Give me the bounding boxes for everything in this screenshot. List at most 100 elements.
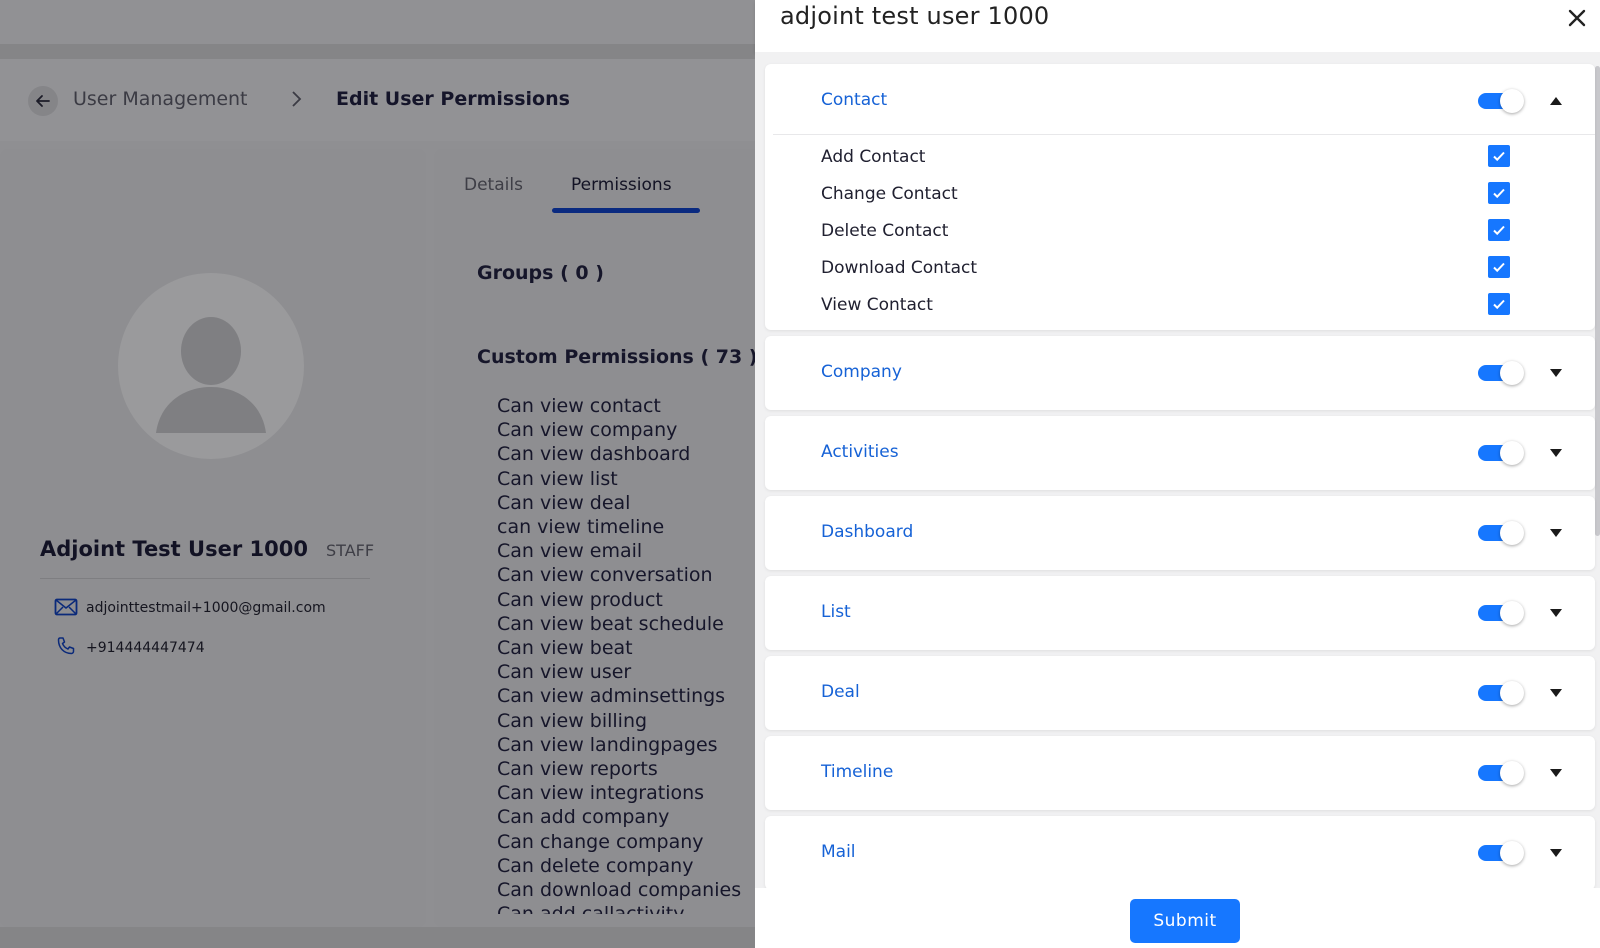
caret-down-icon[interactable] [1547, 604, 1565, 622]
toggle-knob [1500, 841, 1524, 865]
toggle-knob [1500, 521, 1524, 545]
user-phone: +914444447474 [86, 640, 205, 656]
tab-permissions[interactable]: Permissions [571, 175, 672, 195]
user-silhouette-icon [156, 317, 266, 433]
custom-permission-item: Can add callactivity [497, 902, 760, 914]
permission-section-company: Company [765, 336, 1595, 410]
permission-section-contact: Contact Add Contact Change Contact Delete C… [765, 64, 1595, 330]
close-icon [1568, 9, 1586, 27]
toggle-knob [1500, 681, 1524, 705]
close-button[interactable] [1565, 6, 1589, 30]
caret-down-icon[interactable] [1547, 844, 1565, 862]
active-tab-indicator [552, 208, 700, 213]
section-toggle-company[interactable] [1478, 361, 1524, 385]
permission-row: View Contact [821, 291, 1561, 321]
section-toggle-deal[interactable] [1478, 681, 1524, 705]
permission-label: Download Contact [821, 258, 978, 278]
custom-permission-item: Can view landingpages [497, 733, 718, 756]
section-toggle-timeline[interactable] [1478, 761, 1524, 785]
custom-permissions-title: Custom Permissions ( 73 ) [477, 346, 758, 368]
custom-permission-item: Can view beat [497, 637, 633, 660]
custom-permission-item: Can view integrations [497, 782, 705, 805]
caret-up-icon[interactable] [1547, 92, 1565, 110]
check-icon [1491, 259, 1507, 275]
section-title-activities[interactable]: Activities [821, 442, 899, 462]
section-title-mail[interactable]: Mail [821, 842, 856, 862]
divider [773, 134, 1595, 135]
section-toggle-mail[interactable] [1478, 841, 1524, 865]
section-toggle-activities[interactable] [1478, 441, 1524, 465]
back-button[interactable] [28, 86, 58, 116]
drawer-body[interactable]: Contact Add Contact Change Contact Delete C… [755, 52, 1600, 888]
permission-row: Download Contact [821, 254, 1561, 284]
toggle-knob [1500, 601, 1524, 625]
page-bottom [0, 927, 760, 948]
groups-title: Groups ( 0 ) [477, 262, 604, 284]
custom-permission-item: Can view contact [497, 395, 661, 417]
permission-label: Add Contact [821, 147, 926, 167]
phone-icon [56, 636, 76, 660]
caret-down-icon[interactable] [1547, 764, 1565, 782]
custom-permission-item: Can change company [497, 830, 704, 853]
drawer-header: adjoint test user 1000 [755, 0, 1600, 52]
permission-checkbox[interactable] [1488, 293, 1510, 315]
custom-permission-item: can view timeline [497, 516, 665, 539]
submit-button[interactable]: Submit [1130, 899, 1240, 943]
permission-section-timeline: Timeline [765, 736, 1595, 810]
custom-permission-item: Can view adminsettings [497, 685, 726, 708]
custom-permission-item: Can view billing [497, 709, 648, 732]
arrow-left-icon [36, 95, 50, 107]
divider [40, 578, 370, 579]
custom-permissions-list: Can view contact Can view company Can view… [497, 394, 760, 914]
user-role-badge: STAFF [326, 541, 375, 560]
caret-down-icon[interactable] [1547, 364, 1565, 382]
check-icon [1491, 185, 1507, 201]
permission-section-activities: Activities [765, 416, 1595, 490]
user-name: Adjoint Test User 1000 [40, 537, 308, 561]
custom-permission-item: Can view company [497, 419, 678, 442]
caret-down-icon[interactable] [1547, 524, 1565, 542]
custom-permission-item: Can delete company [497, 854, 694, 877]
drawer-title: adjoint test user 1000 [780, 2, 1050, 30]
caret-down-icon[interactable] [1547, 444, 1565, 462]
breadcrumb-user-management[interactable]: User Management [73, 88, 248, 110]
scrollbar[interactable] [1595, 66, 1600, 536]
permission-checkbox[interactable] [1488, 145, 1510, 167]
caret-down-icon[interactable] [1547, 684, 1565, 702]
toggle-knob [1500, 761, 1524, 785]
custom-permission-item: Can download companies [497, 879, 742, 902]
avatar [118, 273, 304, 459]
check-icon [1491, 222, 1507, 238]
section-toggle-list[interactable] [1478, 601, 1524, 625]
custom-permission-item: Can view beat schedule [497, 612, 724, 635]
custom-permission-item: Can view conversation [497, 564, 713, 587]
section-title-deal[interactable]: Deal [821, 682, 860, 702]
permission-row: Delete Contact [821, 217, 1561, 247]
chevron-right-icon [290, 88, 304, 114]
tab-details[interactable]: Details [464, 175, 523, 195]
custom-permission-item: Can view deal [497, 491, 631, 514]
user-email: adjointtestmail+1000@gmail.com [86, 600, 326, 616]
section-title-contact[interactable]: Contact [821, 90, 887, 110]
section-title-dashboard[interactable]: Dashboard [821, 522, 913, 542]
section-toggle-dashboard[interactable] [1478, 521, 1524, 545]
permission-label: Delete Contact [821, 221, 949, 241]
custom-permission-item: Can view email [497, 540, 643, 563]
toggle-knob [1500, 441, 1524, 465]
section-title-company[interactable]: Company [821, 362, 902, 382]
custom-permission-item: Can view dashboard [497, 443, 691, 466]
section-toggle-contact[interactable] [1478, 89, 1524, 113]
mail-icon [54, 598, 78, 620]
permission-checkbox[interactable] [1488, 256, 1510, 278]
custom-permission-item: Can add company [497, 806, 670, 829]
permission-label: View Contact [821, 295, 933, 315]
section-title-timeline[interactable]: Timeline [821, 762, 893, 782]
permission-section-list: List [765, 576, 1595, 650]
toggle-knob [1500, 361, 1524, 385]
permission-checkbox[interactable] [1488, 182, 1510, 204]
custom-permission-item: Can view list [497, 467, 618, 490]
permission-section-dashboard: Dashboard [765, 496, 1595, 570]
section-title-list[interactable]: List [821, 602, 851, 622]
permission-checkbox[interactable] [1488, 219, 1510, 241]
permission-section-deal: Deal [765, 656, 1595, 730]
